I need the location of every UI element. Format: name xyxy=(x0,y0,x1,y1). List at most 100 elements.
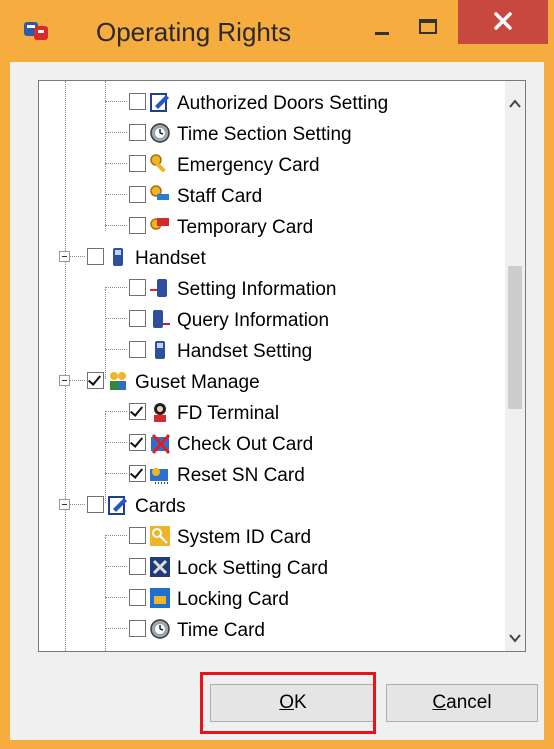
permission-checkbox[interactable] xyxy=(129,279,146,296)
permission-checkbox[interactable] xyxy=(129,434,146,451)
collapse-toggle[interactable] xyxy=(59,375,70,386)
tree-item-label: Setting Information xyxy=(177,279,337,300)
tree-item-label: Cards xyxy=(135,496,186,517)
permission-checkbox[interactable] xyxy=(129,155,146,172)
time-section-icon xyxy=(150,123,170,143)
staff-key-icon xyxy=(150,185,169,200)
title-bar[interactable]: Operating Rights xyxy=(0,0,554,62)
temporary-key-icon xyxy=(150,218,169,230)
tree-connector xyxy=(105,535,127,536)
tree-connector xyxy=(105,411,127,412)
setting-info-icon xyxy=(150,279,167,297)
tree-connector xyxy=(105,566,127,567)
scroll-up-icon[interactable] xyxy=(505,95,525,113)
dialog-client-area: Authorized Doors Setting Time Section Set… xyxy=(10,62,544,740)
emergency-key-icon xyxy=(150,154,166,173)
tree-item[interactable]: Temporary Card xyxy=(39,212,499,242)
tree-item[interactable]: Cards xyxy=(39,491,499,521)
tree-item[interactable]: Time Card xyxy=(39,615,499,645)
tree-item[interactable]: Lock Setting Card xyxy=(39,553,499,583)
tree-item[interactable]: Setting Information xyxy=(39,274,499,304)
permission-checkbox[interactable] xyxy=(129,124,146,141)
tree-connector xyxy=(105,287,127,288)
cancel-label-rest: ancel xyxy=(446,692,492,713)
tree-item-label: Emergency Card xyxy=(177,155,320,176)
tree-connector xyxy=(105,628,127,629)
system-id-key-icon xyxy=(150,526,170,546)
scroll-thumb[interactable] xyxy=(508,266,522,409)
tree-item-label: Authorized Doors Setting xyxy=(177,93,389,114)
permission-checkbox[interactable] xyxy=(129,217,146,234)
tree-item[interactable]: Time Section Setting xyxy=(39,119,499,149)
tree-item[interactable]: Reset SN Card xyxy=(39,460,499,490)
permission-checkbox[interactable] xyxy=(129,620,146,637)
tree-item[interactable]: Locking Card xyxy=(39,584,499,614)
cancel-button[interactable]: Cancel xyxy=(386,684,538,722)
permission-checkbox[interactable] xyxy=(129,589,146,606)
lock-setting-icon xyxy=(150,557,170,577)
scroll-down-icon[interactable] xyxy=(505,629,525,647)
permission-checkbox[interactable] xyxy=(129,341,146,358)
window-title: Operating Rights xyxy=(96,17,292,47)
tree-item[interactable]: Query Information xyxy=(39,305,499,335)
tree-item[interactable]: Guset Manage xyxy=(39,367,499,397)
tree-connector xyxy=(105,473,127,474)
collapse-toggle[interactable] xyxy=(59,499,70,510)
permission-checkbox[interactable] xyxy=(87,496,104,513)
tree-item-label: Temporary Card xyxy=(177,217,314,238)
tree-item-label: Locking Card xyxy=(177,589,289,610)
vertical-scrollbar[interactable] xyxy=(505,81,525,651)
permission-checkbox[interactable] xyxy=(87,248,104,265)
operating-rights-window: Operating Rights Authorized Doors Settin… xyxy=(0,0,554,749)
tree-item-label: Guset Manage xyxy=(135,372,260,393)
tree-connector xyxy=(105,318,127,319)
tree-item[interactable]: Authorized Doors Setting xyxy=(39,88,499,118)
tree-item[interactable]: System ID Card xyxy=(39,522,499,552)
tree-connector xyxy=(105,597,127,598)
guests-icon xyxy=(110,372,126,390)
tree-rows: Authorized Doors Setting Time Section Set… xyxy=(39,81,505,651)
tree-item-label: Handset Setting xyxy=(177,341,313,362)
close-icon xyxy=(494,12,512,30)
tree-item-label: Check Out Card xyxy=(177,434,314,455)
tree-item-label: FD Terminal xyxy=(177,403,280,424)
tree-item[interactable]: Handset Setting xyxy=(39,336,499,366)
collapse-toggle[interactable] xyxy=(59,251,70,262)
tree-item-label: Time Card xyxy=(177,620,265,641)
tree-item[interactable]: Staff Card xyxy=(39,181,499,211)
permission-checkbox[interactable] xyxy=(129,310,146,327)
tree-connector xyxy=(105,132,127,133)
tree-connector xyxy=(105,225,127,226)
cancel-mnemonic: C xyxy=(432,692,447,713)
tree-connector xyxy=(105,194,127,195)
tree-item[interactable]: Check Out Card xyxy=(39,429,499,459)
tree-item[interactable]: Handset xyxy=(39,243,499,273)
permission-checkbox[interactable] xyxy=(129,527,146,544)
tree-item-label: Reset SN Card xyxy=(177,465,305,486)
tree-connector xyxy=(105,442,127,443)
permission-checkbox[interactable] xyxy=(87,372,104,389)
minimize-icon[interactable] xyxy=(360,10,404,50)
close-button[interactable] xyxy=(458,0,548,44)
permission-checkbox[interactable] xyxy=(129,403,146,420)
handset-setting-icon xyxy=(155,341,165,359)
tree-item-label: Time Section Setting xyxy=(177,124,352,145)
tree-item[interactable]: FD Terminal xyxy=(39,398,499,428)
query-info-icon xyxy=(153,310,170,328)
permission-checkbox[interactable] xyxy=(129,186,146,203)
tree-item-label: Query Information xyxy=(177,310,330,331)
tree-item-label: Handset xyxy=(135,248,206,269)
app-icon xyxy=(24,22,48,40)
permission-checkbox[interactable] xyxy=(129,465,146,482)
check-out-card-icon xyxy=(151,434,171,454)
permission-checkbox[interactable] xyxy=(129,558,146,575)
authorize-doors-icon xyxy=(150,93,169,112)
permissions-tree[interactable]: Authorized Doors Setting Time Section Set… xyxy=(38,80,526,652)
tree-item[interactable]: Emergency Card xyxy=(39,150,499,180)
tree-item-label: Lock Setting Card xyxy=(177,558,329,579)
maximize-icon[interactable] xyxy=(406,10,450,50)
tree-connector xyxy=(105,163,127,164)
tree-item-label: System ID Card xyxy=(177,527,312,548)
tree-item-label: Staff Card xyxy=(177,186,263,207)
permission-checkbox[interactable] xyxy=(129,93,146,110)
